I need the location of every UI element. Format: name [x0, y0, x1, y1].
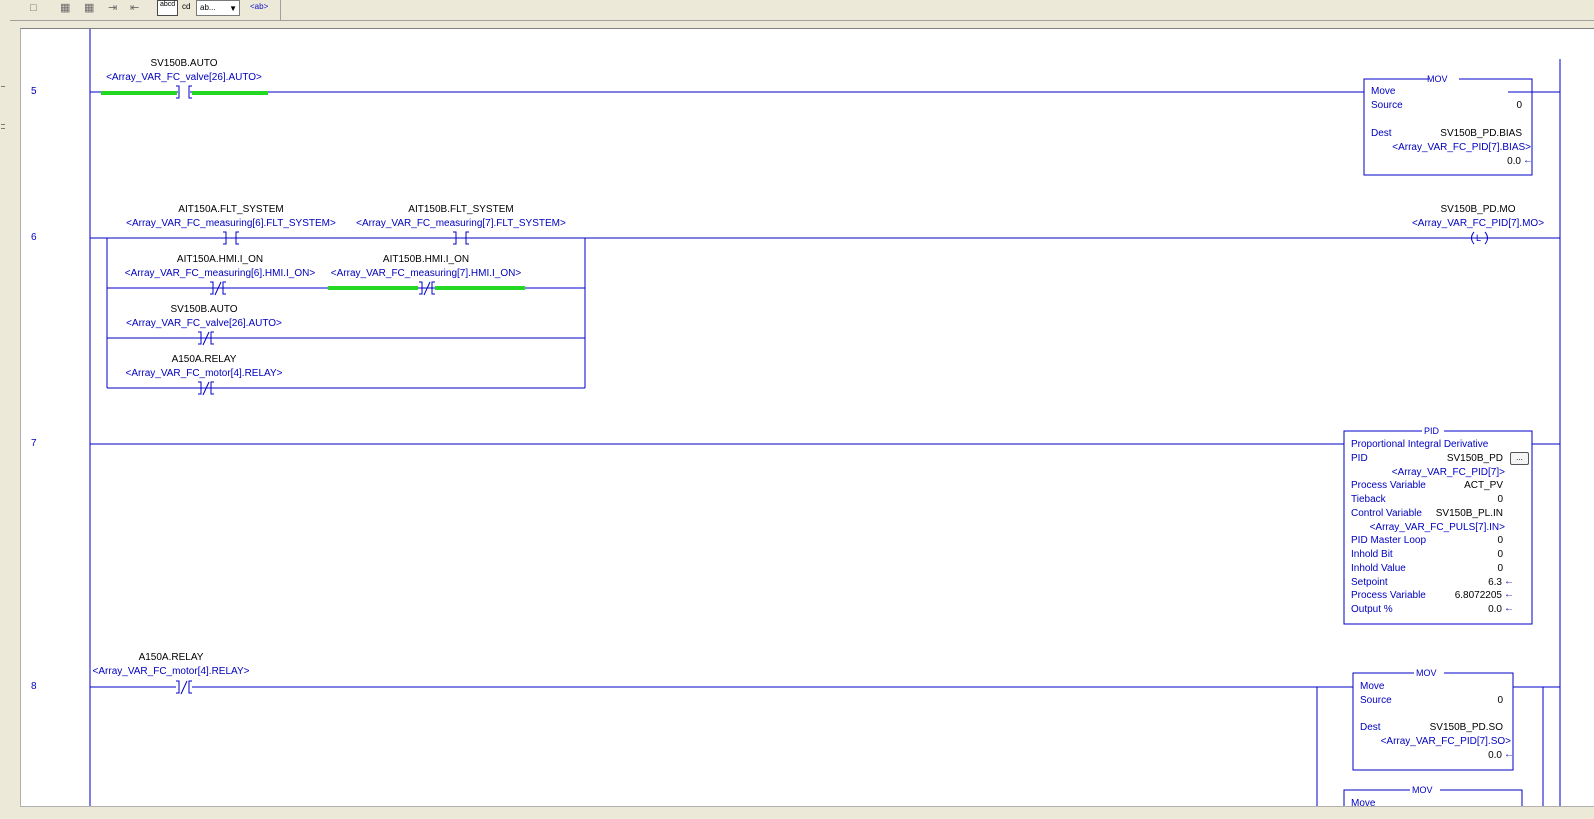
value-arrow-icon: ←	[1504, 749, 1514, 760]
pid-row-label: Process Variable	[1351, 480, 1426, 491]
r5-contact-alias: <Array_VAR_FC_valve[26].AUTO>	[106, 72, 262, 83]
pid-row-label: Output %	[1351, 604, 1393, 615]
pid-row-value[interactable]: 0	[1497, 494, 1503, 506]
pid-row-label: Tieback	[1351, 494, 1386, 505]
r8-contact-left	[176, 680, 180, 694]
r6-contact-4-tag[interactable]: AIT150B.HMI.I_ON	[383, 254, 469, 266]
r8-mov-dest-alias: <Array_VAR_FC_PID[7].SO>	[1380, 736, 1511, 747]
r8-mov-source-label: Source	[1360, 695, 1392, 706]
ladder-editor[interactable]: 5 6 7 8 SV150B.AUTO <Array_VAR_FC_valve[…	[20, 28, 1594, 819]
r7-pid-name: Proportional Integral Derivative	[1351, 439, 1489, 450]
pid-row-label: Inhold Bit	[1351, 549, 1393, 560]
pid-row-value[interactable]: 0	[1497, 563, 1503, 575]
ladder-diagram	[89, 29, 1561, 819]
dropdown-value: ab...	[200, 3, 216, 12]
r6-contact-1-tag[interactable]: AIT150A.FLT_SYSTEM	[178, 204, 283, 216]
r6-contact-2-tag[interactable]: AIT150B.FLT_SYSTEM	[408, 204, 513, 216]
r8-contact-right	[188, 680, 192, 694]
pid-row-value[interactable]: SV150B_PL.IN	[1436, 508, 1503, 520]
pid-row-value: 0.0	[1488, 604, 1502, 615]
pid-row-label: Process Variable	[1351, 590, 1426, 601]
r7-pid-title: PID	[1424, 426, 1440, 436]
export-icon[interactable]: ⇥	[108, 1, 117, 15]
pid-row-value[interactable]: 0	[1497, 535, 1503, 547]
left-pane-edge	[0, 20, 10, 818]
pid-row-value: <Array_VAR_FC_PULS[7].IN>	[1369, 522, 1505, 533]
value-arrow-icon: ←	[1504, 576, 1514, 587]
r6-contact-4-alias: <Array_VAR_FC_measuring[7].HMI.I_ON>	[330, 268, 522, 279]
show-tag-descriptions-toggle[interactable]: abcd	[157, 0, 179, 16]
pid-row-value: <Array_VAR_FC_PID[7]>	[1391, 467, 1505, 478]
r5-contact-tag[interactable]: SV150B.AUTO	[150, 58, 217, 70]
rung-icon[interactable]: □	[30, 1, 37, 15]
r6-contact-5-alias: <Array_VAR_FC_valve[26].AUTO>	[126, 318, 282, 329]
branch-level-icon[interactable]: ▦	[84, 1, 94, 15]
r8-mov-dest-label: Dest	[1360, 722, 1381, 733]
ladder-toolbar: □ ▦ ▦ ⇥ ⇤ abcd cd ab... ▼ <ab>	[0, 0, 1594, 21]
r5-mov-dest-tag[interactable]: SV150B_PD.BIAS	[1440, 128, 1522, 140]
pid-row-label: Inhold Value	[1351, 563, 1406, 574]
pid-row-label: Control Variable	[1351, 508, 1422, 519]
value-arrow-icon: ←	[1504, 603, 1514, 614]
r6-contact-1-alias: <Array_VAR_FC_measuring[6].FLT_SYSTEM>	[126, 218, 336, 229]
r6-coil-tag[interactable]: SV150B_PD.MO	[1440, 204, 1515, 216]
pane-mark	[1, 86, 5, 87]
r8-mov2-title: MOV	[1412, 785, 1433, 795]
rung-number-8[interactable]: 8	[31, 681, 37, 692]
r5-mov-source-value[interactable]: 0	[1516, 100, 1522, 112]
pid-row-value[interactable]: SV150B_PD	[1447, 453, 1503, 465]
ab-tag-button[interactable]: <ab>	[250, 2, 268, 11]
tag-display-dropdown[interactable]: ab... ▼	[196, 0, 240, 16]
r5-mov-dest-alias: <Array_VAR_FC_PID[7].BIAS>	[1392, 142, 1531, 153]
pane-mark	[1, 128, 5, 129]
r6-contact-3-tag[interactable]: AIT150A.HMI.I_ON	[177, 254, 263, 266]
r5-mov-name: Move	[1371, 86, 1396, 97]
r8-mov-dest-tag[interactable]: SV150B_PD.SO	[1430, 722, 1503, 734]
r6-coil-type: L	[1476, 233, 1482, 243]
r6-contact-5-tag[interactable]: SV150B.AUTO	[170, 304, 237, 316]
pid-row-label: Setpoint	[1351, 577, 1388, 588]
rung-number-5[interactable]: 5	[31, 86, 37, 97]
pid-row-label: PID Master Loop	[1351, 535, 1427, 546]
horizontal-scrollbar[interactable]	[20, 806, 1594, 819]
r6-contact-3-alias: <Array_VAR_FC_measuring[6].HMI.I_ON>	[124, 268, 316, 279]
rung-number-7[interactable]: 7	[31, 438, 37, 449]
r8-mov-name: Move	[1360, 681, 1385, 692]
branch-icon[interactable]: ▦	[60, 1, 70, 15]
r5-mov-dest-label: Dest	[1371, 128, 1392, 139]
cd-label[interactable]: cd	[182, 2, 190, 11]
r6-contact-6-tag[interactable]: A150A.RELAY	[172, 354, 237, 366]
r8-contact-slash	[180, 680, 188, 695]
import-icon[interactable]: ⇤	[130, 1, 139, 15]
value-arrow-icon: ←	[1504, 589, 1514, 600]
rung-number-6[interactable]: 6	[31, 232, 37, 243]
pane-mark	[1, 124, 5, 125]
chevron-down-icon: ▼	[229, 4, 237, 13]
value-arrow-icon: ←	[1523, 155, 1533, 166]
r8-contact-alias: <Array_VAR_FC_motor[4].RELAY>	[92, 666, 250, 677]
r8-mov-title: MOV	[1416, 668, 1437, 678]
toolbar-separator	[280, 0, 281, 20]
r5-mov-dest-value: 0.0	[1507, 156, 1521, 167]
r5-mov-title: MOV	[1427, 74, 1448, 84]
pid-row-value[interactable]: 0	[1497, 549, 1503, 561]
r8-mov-dest-value: 0.0	[1488, 750, 1502, 761]
r6-coil-alias: <Array_VAR_FC_PID[7].MO>	[1411, 218, 1545, 229]
pid-row-value[interactable]: ACT_PV	[1464, 480, 1503, 492]
r8-contact-tag[interactable]: A150A.RELAY	[139, 652, 204, 664]
r6-contact-2-alias: <Array_VAR_FC_measuring[7].FLT_SYSTEM>	[356, 218, 566, 229]
pid-properties-button[interactable]: ...	[1510, 452, 1529, 465]
r8-mov-source-value[interactable]: 0	[1497, 695, 1503, 707]
r6-contact-6-alias: <Array_VAR_FC_motor[4].RELAY>	[125, 368, 283, 379]
abcd-label: abcd	[160, 1, 176, 8]
pid-row-value: 6.3	[1488, 577, 1502, 588]
r5-mov-source-label: Source	[1371, 100, 1403, 111]
pid-row-value: 6.8072205	[1454, 590, 1502, 601]
pid-row-label: PID	[1351, 453, 1368, 464]
